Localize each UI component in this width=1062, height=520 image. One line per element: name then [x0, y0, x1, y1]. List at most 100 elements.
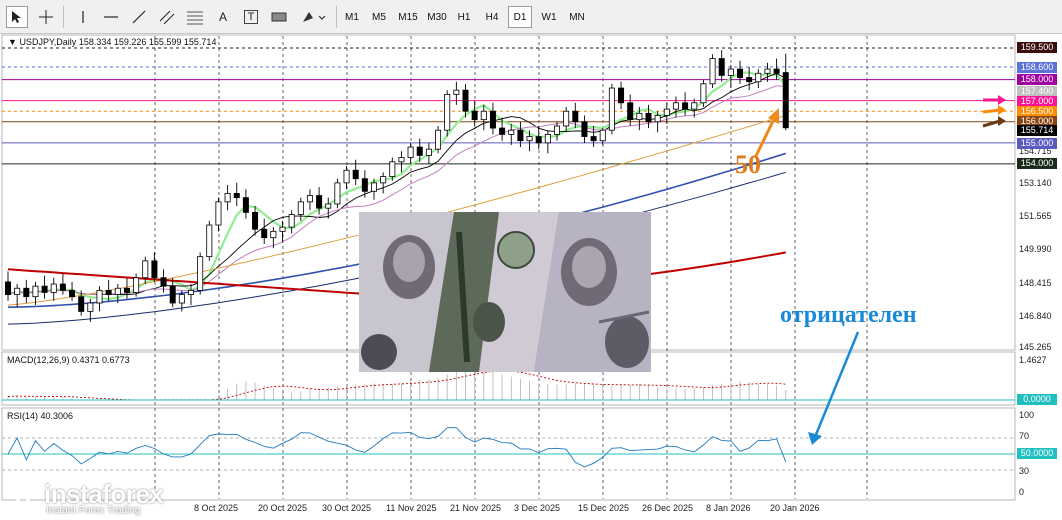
candle-body [206, 224, 213, 258]
candle-body [526, 136, 533, 142]
price-axis-label: 151.565 [1019, 211, 1052, 221]
candle-body [544, 134, 551, 144]
rsi-axis-100: 100 [1019, 410, 1035, 420]
candle-body [480, 110, 487, 121]
ohlc-values: 158.334 159.226 155.599 155.714 [78, 37, 217, 47]
date-label: 15 Dec 2025 [578, 503, 630, 513]
rsi-axis-0: 0 [1019, 487, 1025, 497]
candle-body [425, 148, 432, 156]
candle-body [279, 226, 286, 232]
candle-body [636, 112, 643, 121]
candle-body [50, 283, 57, 293]
candle-body [416, 146, 423, 156]
price-tag-158000: 158.000 [1017, 74, 1057, 85]
instaforex-tagline: Instant Forex Trading [46, 505, 141, 516]
candle-body [151, 260, 158, 279]
candle-body [160, 277, 167, 287]
candle-body [78, 296, 85, 312]
candle-body [554, 125, 561, 135]
candle-body [691, 102, 698, 110]
candle-body [187, 289, 194, 295]
candle-body [627, 102, 634, 121]
date-label: 20 Jan 2026 [770, 503, 820, 513]
yen-dollar-photo [359, 212, 651, 372]
date-label: 30 Oct 2025 [322, 503, 372, 513]
candle-body [87, 302, 94, 312]
instaforex-logo-icon [6, 480, 40, 514]
candle-body [709, 58, 716, 85]
candle-body [142, 260, 149, 279]
candle-body [389, 161, 396, 177]
candle-body [489, 110, 496, 129]
candle-body [215, 201, 222, 226]
candle-body [105, 289, 112, 295]
candle-body [535, 136, 542, 144]
rsi-label: RSI(14) 40.3006 [7, 411, 74, 421]
date-label: 20 Oct 2025 [258, 503, 308, 513]
date-label: 3 Dec 2025 [514, 503, 561, 513]
price-axis-label: 148.415 [1019, 278, 1052, 288]
date-label: 8 Jan 2026 [706, 503, 751, 513]
candle-body [297, 201, 304, 215]
candle-body [682, 102, 689, 110]
candle-body [773, 68, 780, 74]
dropdown-triangle-icon[interactable]: ▼ [8, 37, 17, 47]
date-label: 21 Nov 2025 [450, 503, 502, 513]
candle-body [306, 195, 313, 203]
rsi-axis-50: 50.0000 [1017, 448, 1057, 459]
candle-body [352, 169, 359, 180]
candle-body [572, 110, 579, 123]
candle-body [645, 112, 652, 123]
candle-body [453, 89, 460, 95]
candle-body [618, 87, 625, 104]
candle-body [746, 77, 753, 83]
price-axis-label: 149.990 [1019, 244, 1052, 254]
candle-body [508, 129, 515, 135]
candle-body [471, 110, 478, 121]
ma50-annotation: 50 [735, 150, 761, 179]
candle-body [41, 285, 48, 293]
macd-label: MACD(12,26,9) 0.4371 0.6773 [7, 355, 130, 365]
candle-body [288, 214, 295, 228]
date-label: 26 Dec 2025 [642, 503, 694, 513]
candle-body [334, 182, 341, 205]
candle-body [270, 230, 277, 239]
candle-body [581, 121, 588, 137]
candle-body [343, 169, 350, 184]
candle-body [32, 285, 39, 298]
candle-body [261, 228, 268, 239]
candle-body [718, 58, 725, 76]
candle-body [233, 193, 240, 199]
candle-body [242, 197, 249, 213]
candle-body [252, 211, 259, 230]
symbol-label: USDJPY,Daily [19, 37, 77, 47]
candle-body [398, 157, 405, 163]
candle-body [114, 287, 121, 295]
candle-body [563, 110, 570, 127]
candle-body [672, 102, 679, 110]
date-label: 11 Nov 2025 [386, 503, 437, 513]
candle-body [737, 68, 744, 78]
price-axis-label: 153.140 [1019, 178, 1052, 188]
macd-axis-max: 1.4627 [1019, 355, 1047, 365]
candle-body [782, 72, 789, 129]
candle-body [590, 136, 597, 142]
candle-body [123, 287, 130, 293]
macd-zero-tag: 0.0000 [1017, 394, 1057, 405]
candle-body [59, 283, 66, 291]
candle-body [444, 93, 451, 131]
candle-body [764, 68, 771, 74]
candle-body [755, 72, 762, 83]
price-tag-155000: 155.000 [1017, 138, 1057, 149]
candle-body [727, 68, 734, 76]
candle-body [14, 287, 21, 295]
orange-marker-arrow-line [982, 108, 1001, 114]
candle-body [197, 256, 204, 291]
candle-body [462, 89, 469, 112]
candle-body [654, 115, 661, 123]
candle-body [169, 285, 176, 304]
instaforex-logo: instaforex Instant Forex Trading [6, 478, 206, 516]
candle-body [23, 287, 30, 298]
price-tag-154000: 154.000 [1017, 158, 1057, 169]
candle-body [5, 281, 11, 295]
